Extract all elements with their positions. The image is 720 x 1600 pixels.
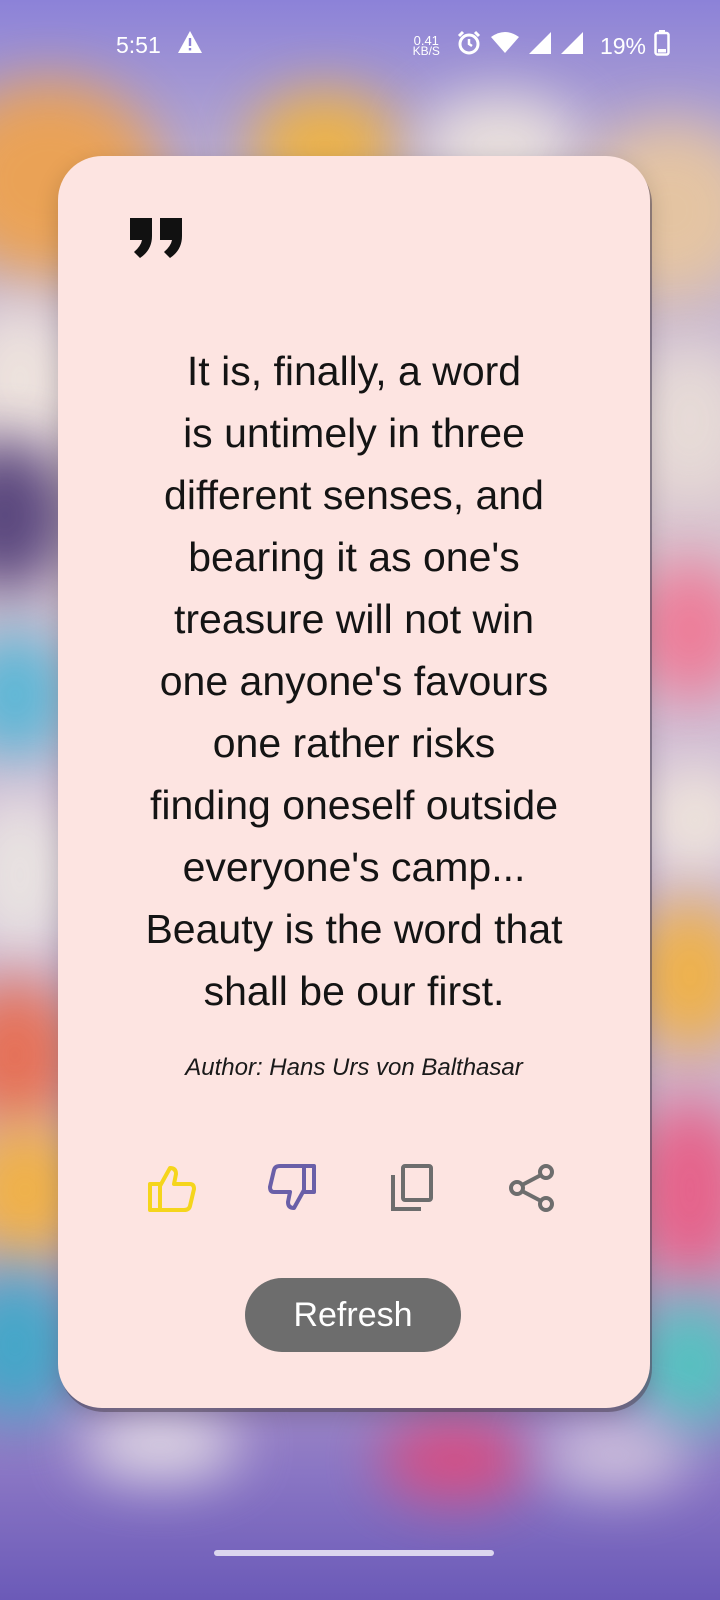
share-icon	[508, 1163, 556, 1218]
copy-icon	[389, 1163, 435, 1218]
quote-card: It is, finally, a word is untimely in th…	[58, 156, 650, 1408]
network-speed: 0.41 KB/S	[412, 33, 440, 58]
alarm-icon	[456, 30, 482, 62]
quote-mark-icon	[128, 214, 188, 264]
battery-icon	[654, 30, 670, 62]
dislike-button[interactable]	[262, 1160, 322, 1220]
share-button[interactable]	[502, 1160, 562, 1220]
quote-text: It is, finally, a word is untimely in th…	[145, 348, 563, 1014]
wifi-icon	[490, 31, 520, 61]
quote-actions	[142, 1160, 562, 1220]
refresh-button[interactable]: Refresh	[245, 1278, 461, 1352]
copy-button[interactable]	[382, 1160, 442, 1220]
quote-author: Author: Hans Urs von Balthasar	[185, 1054, 523, 1081]
battery-percent: 19%	[599, 32, 646, 59]
warning-triangle-icon	[177, 30, 203, 60]
home-indicator[interactable]	[214, 1550, 494, 1556]
signal-icon	[560, 31, 584, 61]
signal-icon	[528, 31, 552, 61]
status-time: 5:51	[116, 31, 161, 58]
like-button[interactable]	[142, 1160, 202, 1220]
status-bar: 5:51 0.41 KB/S 19%	[0, 0, 720, 92]
thumbs-down-icon	[266, 1162, 318, 1219]
thumbs-up-icon	[146, 1162, 198, 1219]
